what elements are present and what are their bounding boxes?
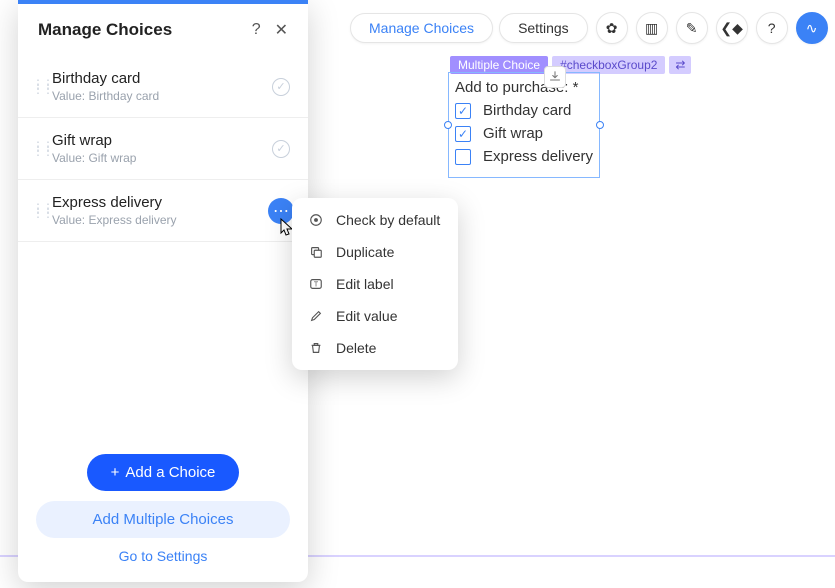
animation-button[interactable]: ✎ (676, 12, 708, 44)
element-toolbar: Manage Choices Settings ✿ ▥ ✎ ❮◆ ? ∿ (350, 12, 828, 44)
drag-handle-icon[interactable]: ⋮⋮⋮⋮ (32, 82, 42, 92)
ctx-duplicate[interactable]: Duplicate (292, 236, 458, 268)
ctx-edit-label[interactable]: T Edit label (292, 268, 458, 300)
ctx-edit-value[interactable]: Edit value (292, 300, 458, 332)
plus-icon: + (111, 464, 120, 481)
resize-handle-left[interactable] (444, 121, 452, 129)
checkbox-row[interactable]: Birthday card (455, 102, 593, 119)
checkbox-group-title: Add to purchase: * (455, 79, 593, 96)
choice-value: Value: Express delivery (52, 213, 290, 227)
resize-handle-right[interactable] (596, 121, 604, 129)
manage-choices-panel: Manage Choices ? ✕ ⋮⋮⋮⋮ Birthday card Va… (18, 0, 308, 582)
checkbox-group-element[interactable]: Add to purchase: * Birthday card Gift wr… (448, 72, 600, 178)
panel-help-icon[interactable]: ? (252, 21, 261, 39)
manage-choices-tab[interactable]: Manage Choices (350, 13, 493, 43)
checkbox-label: Express delivery (483, 148, 593, 165)
element-code-icon[interactable]: ⇄ (669, 56, 691, 74)
add-multiple-choices-button[interactable]: Add Multiple Choices (36, 501, 290, 538)
question-icon: ? (768, 20, 776, 36)
stretch-button[interactable]: ❮◆ (716, 12, 748, 44)
choice-list: ⋮⋮⋮⋮ Birthday card Value: Birthday card … (18, 56, 308, 440)
drag-handle-icon[interactable]: ⋮⋮⋮⋮ (32, 144, 42, 154)
stretch-icon: ❮◆ (720, 20, 743, 37)
add-choice-button[interactable]: + Add a Choice (87, 454, 240, 491)
go-to-settings-link[interactable]: Go to Settings (119, 548, 208, 564)
ctx-check-default[interactable]: Check by default (292, 204, 458, 236)
checkbox-icon[interactable] (455, 149, 471, 165)
connect-button[interactable]: ∿ (796, 12, 828, 44)
checkbox-row[interactable]: Gift wrap (455, 125, 593, 142)
drag-handle-icon[interactable]: ⋮⋮⋮⋮ (32, 206, 42, 216)
panel-title: Manage Choices (38, 20, 172, 40)
trash-icon (308, 340, 324, 356)
choice-value: Value: Birthday card (52, 89, 262, 103)
wand-icon: ✎ (686, 20, 698, 37)
panel-footer: + Add a Choice Add Multiple Choices Go t… (18, 440, 308, 582)
download-icon (549, 71, 561, 83)
download-badge-icon[interactable] (544, 66, 566, 88)
duplicate-icon (308, 244, 324, 260)
choice-more-button[interactable]: ⋯ (268, 198, 294, 224)
layout-icon: ▥ (645, 20, 658, 37)
connect-icon: ∿ (806, 20, 818, 37)
checkbox-icon[interactable] (455, 103, 471, 119)
panel-header: Manage Choices ? ✕ (18, 4, 308, 56)
gear-icon: ✿ (606, 20, 618, 37)
choice-context-menu: Check by default Duplicate T Edit label … (292, 198, 458, 370)
radio-icon (308, 212, 324, 228)
choice-label: Gift wrap (52, 132, 262, 149)
text-icon: T (308, 276, 324, 292)
ctx-delete[interactable]: Delete (292, 332, 458, 364)
choice-label: Express delivery (52, 194, 290, 211)
checkbox-icon[interactable] (455, 126, 471, 142)
design-button[interactable]: ✿ (596, 12, 628, 44)
checkbox-label: Birthday card (483, 102, 571, 119)
svg-text:T: T (314, 282, 319, 289)
settings-tab[interactable]: Settings (499, 13, 588, 43)
choice-label: Birthday card (52, 70, 262, 87)
help-button[interactable]: ? (756, 12, 788, 44)
pencil-icon (308, 308, 324, 324)
checkbox-label: Gift wrap (483, 125, 543, 142)
choice-item[interactable]: ⋮⋮⋮⋮ Gift wrap Value: Gift wrap ✓ (18, 118, 308, 180)
panel-close-icon[interactable]: ✕ (275, 20, 288, 40)
choice-item[interactable]: ⋮⋮⋮⋮ Express delivery Value: Express del… (18, 180, 308, 242)
choice-item[interactable]: ⋮⋮⋮⋮ Birthday card Value: Birthday card … (18, 56, 308, 118)
checkbox-row[interactable]: Express delivery (455, 148, 593, 165)
default-check-icon[interactable]: ✓ (272, 78, 290, 96)
layout-button[interactable]: ▥ (636, 12, 668, 44)
default-check-icon[interactable]: ✓ (272, 140, 290, 158)
choice-value: Value: Gift wrap (52, 151, 262, 165)
